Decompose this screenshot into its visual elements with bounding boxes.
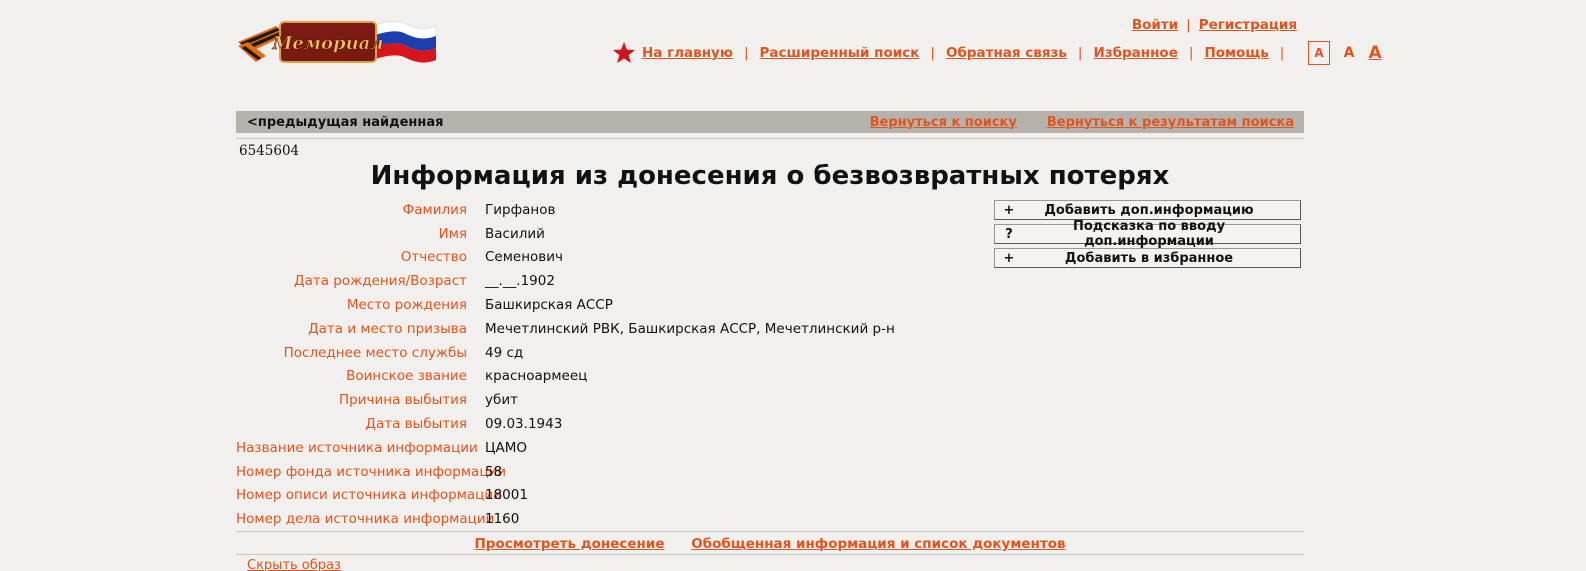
separator: | (1077, 45, 1083, 61)
divider (236, 138, 1304, 139)
nav-feedback[interactable]: Обратная связь (946, 45, 1067, 61)
field-value: 1160 (485, 511, 520, 528)
field-value: 18001 (485, 487, 528, 504)
field-row-inventory-number: Номер описи источника информации 18001 (236, 484, 956, 508)
nav-help[interactable]: Помощь (1204, 45, 1268, 61)
memorial-logo[interactable]: Мемориал (236, 12, 440, 72)
login-link[interactable]: Войти (1132, 17, 1178, 33)
field-value: Башкирская АССР (485, 297, 613, 314)
back-links: Вернуться к поиску Вернуться к результат… (870, 115, 1294, 130)
field-label: Название источника информации (236, 439, 478, 456)
field-value: Гирфанов (485, 201, 556, 218)
field-value: ЦАМО (485, 439, 527, 456)
field-row-birth-place: Место рождения Башкирская АССР (236, 293, 956, 317)
field-label: Дата и место призыва (308, 320, 467, 337)
field-label: Место рождения (346, 297, 467, 314)
hide-image-link[interactable]: Скрыть образ (247, 558, 341, 571)
font-size-large[interactable]: A (1368, 43, 1381, 63)
nav-advanced-search[interactable]: Расширенный поиск (760, 45, 920, 61)
register-link[interactable]: Регистрация (1199, 17, 1297, 33)
red-star-icon (613, 42, 635, 63)
field-value: Семенович (485, 249, 564, 266)
field-label: Последнее место службы (283, 344, 467, 361)
field-row-surname: Фамилия Гирфанов (236, 198, 956, 222)
auth-links: Войти | Регистрация (1132, 17, 1297, 33)
field-label: Дата рождения/Возраст (294, 273, 467, 290)
field-label: Отчество (400, 249, 467, 266)
field-row-source-name: Название источника информации ЦАМО (236, 436, 956, 460)
field-label: Номер описи источника информации (236, 487, 502, 504)
separator: | (930, 45, 935, 61)
field-value: __.__.1902 (485, 273, 555, 290)
field-label: Имя (438, 225, 467, 242)
field-row-last-service: Последнее место службы 49 сд (236, 341, 956, 365)
font-size-switcher: A A A (1301, 41, 1388, 65)
record-fields: Фамилия Гирфанов Имя Василий Отчество Семен… (236, 198, 956, 531)
extra-info-hint-button[interactable]: ? Подсказка по вводу доп.информации (994, 219, 1301, 249)
nav-home[interactable]: На главную (642, 45, 733, 61)
button-label: Подсказка по вводу доп.информации (1072, 219, 1226, 249)
font-size-small[interactable]: A (1308, 41, 1330, 65)
navigation-bar: <предыдущая найденная Вернуться к поиску… (236, 111, 1304, 133)
main-nav: На главную | Расширенный поиск | Обратна… (612, 38, 1389, 68)
field-value: Мечетлинский РВК, Башкирская АССР, Мечет… (485, 320, 895, 337)
view-report-link[interactable]: Просмотреть донесение (474, 536, 664, 552)
separator: | (1279, 45, 1285, 61)
field-row-case-number: Номер дела источника информации 1160 (236, 507, 956, 531)
field-value: 58 (485, 463, 503, 480)
divider (236, 554, 1304, 555)
field-label: Номер дела источника информации (236, 511, 495, 528)
field-row-patronymic: Отчество Семенович (236, 246, 956, 270)
field-value: 09.03.1943 (485, 416, 563, 433)
field-row-fund-number: Номер фонда источника информации 58 (236, 460, 956, 484)
field-row-reason: Причина выбытия убит (236, 388, 956, 412)
field-row-drop-date: Дата выбытия 09.03.1943 (236, 412, 956, 436)
field-value: Василий (485, 225, 545, 242)
field-label: Воинское звание (346, 368, 467, 385)
field-label: Причина выбытия (339, 392, 467, 409)
logo-text: Мемориал (271, 33, 383, 54)
field-row-name: Имя Василий (236, 222, 956, 246)
record-id: 6545604 (239, 143, 300, 159)
page: Мемориал Войти | Регистрация На главную | … (0, 0, 1586, 571)
page-title: Информация из донесения о безвозвратных … (370, 161, 1170, 191)
plus-icon: + (1003, 250, 1015, 266)
button-label: Добавить доп.информацию (1044, 202, 1254, 218)
plus-icon: + (1003, 202, 1015, 218)
field-row-conscription: Дата и место призыва Мечетлинский РВК, Ба… (236, 317, 956, 341)
field-label: Номер фонда источника информации (236, 463, 507, 480)
add-to-favorites-button[interactable]: + Добавить в избранное (994, 248, 1301, 268)
back-to-search-link[interactable]: Вернуться к поиску (870, 115, 1017, 130)
separator: | (743, 45, 749, 61)
back-to-results-link[interactable]: Вернуться к результатам поиска (1047, 115, 1294, 130)
field-value: красноармеец (485, 368, 588, 385)
button-label: Добавить в избранное (1064, 250, 1234, 266)
field-label: Фамилия (402, 201, 467, 218)
divider (236, 531, 1304, 532)
nav-favorites[interactable]: Избранное (1093, 45, 1177, 61)
separator: | (1186, 17, 1191, 33)
field-label: Дата выбытия (365, 416, 467, 433)
question-icon: ? (1005, 226, 1013, 242)
add-extra-info-button[interactable]: + Добавить доп.информацию (994, 200, 1301, 220)
field-value: 49 сд (485, 344, 524, 361)
summary-documents-link[interactable]: Обобщенная информация и список документо… (691, 536, 1065, 552)
separator: | (1188, 45, 1194, 61)
field-row-birth-date: Дата рождения/Возраст __.__.1902 (236, 269, 956, 293)
bottom-links: Просмотреть донесение Обобщенная информа… (236, 536, 1304, 552)
font-size-medium[interactable]: A (1344, 45, 1355, 61)
field-value: убит (485, 392, 518, 409)
previous-found-link[interactable]: <предыдущая найденная (247, 115, 444, 130)
field-row-rank: Воинское звание красноармеец (236, 365, 956, 389)
